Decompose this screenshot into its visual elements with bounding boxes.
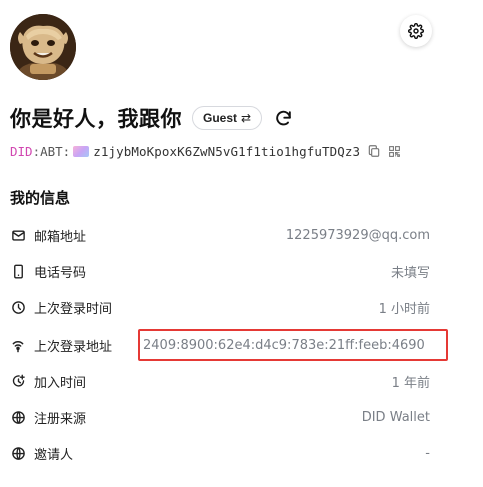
info-value: 1 年前 [391, 375, 430, 391]
info-row-join-time: 加入时间 1 年前 [10, 369, 430, 393]
did-colon: : [32, 143, 41, 159]
clock-plus-icon [10, 373, 26, 389]
ip-address-highlighted: 2409:8900:62e4:d4c9:783e:21ff:feeb:4690 [138, 329, 448, 361]
info-row-email: 邮箱地址 1225973929@qq.com [10, 223, 430, 247]
info-label: 上次登录时间 [34, 301, 113, 317]
globe-icon [10, 409, 26, 425]
settings-button[interactable] [400, 15, 432, 47]
copy-button[interactable] [367, 144, 381, 158]
phone-icon [10, 263, 26, 279]
info-row-last-login-ip: 上次登录地址 2409:8900:62e4:d4c9:783e:21ff:fee… [10, 329, 448, 361]
section-title: 我的信息 [10, 189, 71, 207]
did-avatar-icon [73, 145, 90, 157]
did-chain: ABT: [40, 143, 71, 159]
globe-icon [10, 445, 26, 461]
refresh-button[interactable] [272, 107, 294, 129]
info-label: 加入时间 [34, 375, 87, 391]
qrcode-button[interactable] [388, 145, 401, 158]
refresh-icon [274, 109, 293, 128]
user-name: 你是好人，我跟你 [10, 107, 182, 131]
did-address-row: DID : ABT: z1jybMoKpoxK6ZwN5vG1f1tio1hgf… [10, 141, 401, 161]
role-label: Guest [203, 111, 238, 125]
info-value: - [425, 445, 430, 461]
info-label: 上次登录地址 [34, 339, 113, 355]
info-value: 1 小时前 [378, 301, 430, 317]
info-label: 注册来源 [34, 411, 87, 427]
info-label: 邮箱地址 [34, 229, 87, 245]
info-label: 邀请人 [34, 447, 74, 463]
info-value: DID Wallet [361, 409, 430, 425]
avatar [10, 14, 76, 80]
info-label: 电话号码 [34, 265, 87, 281]
clock-icon [10, 299, 26, 315]
info-value: 未填写 [390, 265, 430, 281]
info-row-inviter: 邀请人 - [10, 441, 430, 465]
profile-header: 你是好人，我跟你 Guest ⇄ [10, 100, 294, 136]
info-row-phone: 电话号码 未填写 [10, 259, 430, 283]
copy-icon [367, 144, 381, 158]
info-value: 1225973929@qq.com [285, 227, 430, 243]
did-prefix: DID [10, 143, 33, 159]
qrcode-icon [388, 145, 401, 158]
mail-icon [10, 227, 26, 243]
swap-icon: ⇄ [241, 111, 252, 125]
wifi-icon [10, 337, 26, 353]
info-row-register-source: 注册来源 DID Wallet [10, 405, 430, 429]
did-address: z1jybMoKpoxK6ZwN5vG1f1tio1hgfuTDQz3 [93, 143, 361, 159]
info-row-last-login-time: 上次登录时间 1 小时前 [10, 295, 430, 319]
gear-icon [408, 23, 424, 39]
role-switch-button[interactable]: Guest ⇄ [192, 106, 263, 130]
